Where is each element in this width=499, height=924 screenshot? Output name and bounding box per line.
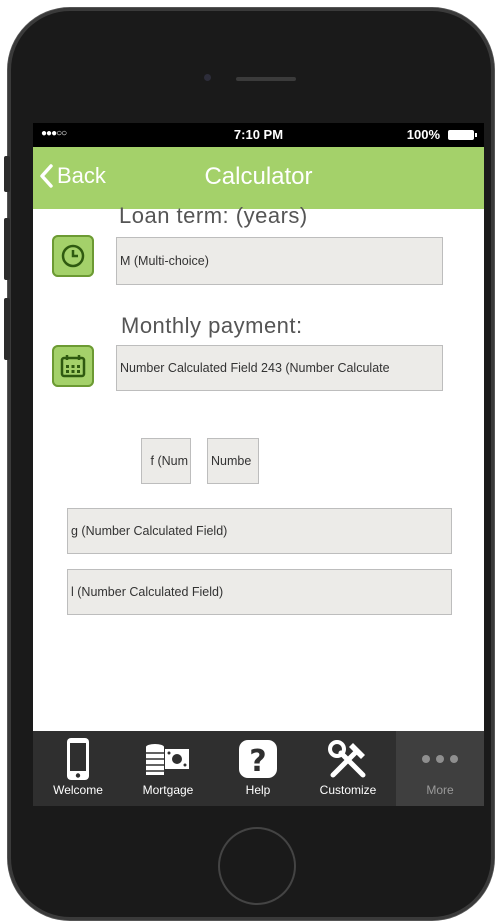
calculated-field-g[interactable]: g (Number Calculated Field) [67,508,452,554]
tab-more[interactable]: More [396,731,484,806]
help-icon: ? [213,737,303,781]
home-button[interactable] [218,827,296,905]
earpiece-speaker [236,77,296,81]
loan-term-label: Loan term: (years) [119,203,308,228]
tools-icon [303,737,393,781]
calculated-field-l[interactable]: l (Number Calculated Field) [67,569,452,615]
loan-term-select[interactable]: M (Multi-choice) [116,237,443,285]
small-calculated-field-number[interactable]: Numbe [207,438,259,484]
tab-bar: Welcome Mortgage ? Help Customize More [33,731,484,806]
monthly-payment-icon-tile [52,345,94,387]
volume-down-button [4,298,10,360]
tab-welcome-label: Welcome [53,783,103,797]
status-bar: ●●●○○ 7:10 PM 100% [33,123,484,147]
money-icon [123,737,213,781]
app-screen: ●●●○○ 7:10 PM 100% Back Calculator Loan … [33,123,484,806]
calendar-icon [60,355,86,378]
tab-mortgage[interactable]: Mortgage [123,731,213,806]
tab-welcome[interactable]: Welcome [33,731,123,806]
battery-icon [448,130,477,140]
tab-help-label: Help [245,783,271,797]
more-icon [396,737,484,781]
tab-customize-label: Customize [319,783,377,797]
tab-more-label: More [426,783,454,797]
battery-percent: 100% [406,127,440,142]
tab-mortgage-label: Mortgage [142,783,194,797]
page-title: Calculator [204,163,313,190]
front-camera [204,74,211,81]
volume-up-button [4,218,10,280]
tab-help[interactable]: ? Help [213,731,303,806]
navigation-bar: Back Calculator [33,147,484,209]
mute-switch [4,156,10,192]
clock-icon [61,244,85,268]
loan-term-icon-tile [52,235,94,277]
small-calculated-field-f[interactable]: f (Num [141,438,191,484]
monthly-payment-field[interactable]: Number Calculated Field 243 (Number Calc… [116,345,443,391]
monthly-payment-label: Monthly payment: [121,313,303,338]
tab-customize[interactable]: Customize [303,731,393,806]
phone-icon [33,737,123,781]
svg-text:?: ? [249,744,266,779]
